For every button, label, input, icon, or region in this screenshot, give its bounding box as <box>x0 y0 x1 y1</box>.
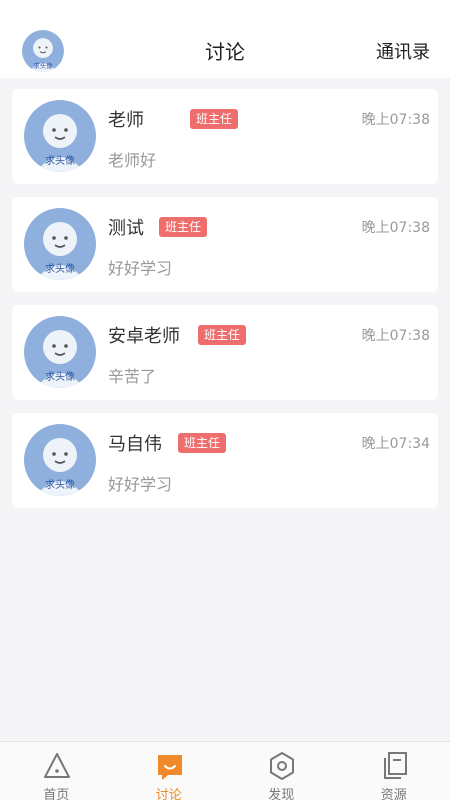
role-badge: 班主任 <box>198 325 247 345</box>
chat-bubble-icon <box>157 755 182 780</box>
tab-discussion[interactable]: 讨论 <box>113 742 226 800</box>
timestamp: 晚上07:38 <box>361 220 430 236</box>
tab-discover[interactable]: 发现 <box>225 742 338 800</box>
role-badge: 班主任 <box>190 109 239 129</box>
avatar-placeholder-icon: 求头像 <box>24 208 96 280</box>
tab-resources[interactable]: 资源 <box>338 742 450 800</box>
conversation-item[interactable]: 求头像 安卓老师 班主任 晚上07:38 辛苦了 <box>12 305 438 400</box>
avatar: 求头像 <box>24 316 96 388</box>
timestamp: 晚上07:38 <box>361 328 430 344</box>
contact-name: 马自伟 <box>108 434 162 455</box>
role-badge: 班主任 <box>178 433 227 453</box>
home-triangle-icon <box>44 753 70 778</box>
tab-label: 讨论 <box>155 788 182 800</box>
avatar-placeholder-icon: 求头像 <box>24 424 96 496</box>
contact-name: 安卓老师 <box>108 326 180 347</box>
top-header: 求头像 讨论 通讯录 <box>0 0 450 78</box>
contact-name: 老师 <box>108 110 144 131</box>
tab-label: 资源 <box>380 788 407 800</box>
tab-label: 发现 <box>268 788 295 800</box>
avatar-text: 求头像 <box>45 371 75 383</box>
avatar-text: 求头像 <box>45 479 75 491</box>
avatar-placeholder-icon: 求头像 <box>24 316 96 388</box>
last-message: 老师好 <box>108 151 157 170</box>
bottom-tab-bar: 首页 讨论 发现 资源 <box>0 741 450 800</box>
conversation-item[interactable]: 求头像 老师 班主任 晚上07:38 老师好 <box>12 89 438 184</box>
last-message: 辛苦了 <box>108 367 157 386</box>
resource-files-icon <box>383 752 407 779</box>
role-badge: 班主任 <box>159 217 208 237</box>
avatar: 求头像 <box>24 100 96 172</box>
avatar-text: 求头像 <box>45 263 75 275</box>
contacts-button[interactable]: 通讯录 <box>376 38 430 64</box>
avatar: 求头像 <box>24 424 96 496</box>
contact-name: 测试 <box>108 218 144 239</box>
tab-home[interactable]: 首页 <box>0 742 113 800</box>
avatar-text: 求头像 <box>45 155 75 167</box>
conversation-item[interactable]: 求头像 测试 班主任 晚上07:38 好好学习 <box>12 197 438 292</box>
last-message: 好好学习 <box>108 475 173 494</box>
tab-label: 首页 <box>43 788 70 800</box>
avatar-placeholder-icon: 求头像 <box>24 100 96 172</box>
hexagon-discover-icon <box>270 752 294 780</box>
timestamp: 晚上07:38 <box>361 112 430 128</box>
last-message: 好好学习 <box>108 259 173 278</box>
timestamp: 晚上07:34 <box>361 436 430 452</box>
avatar: 求头像 <box>24 208 96 280</box>
conversation-item[interactable]: 求头像 马自伟 班主任 晚上07:34 好好学习 <box>12 413 438 508</box>
